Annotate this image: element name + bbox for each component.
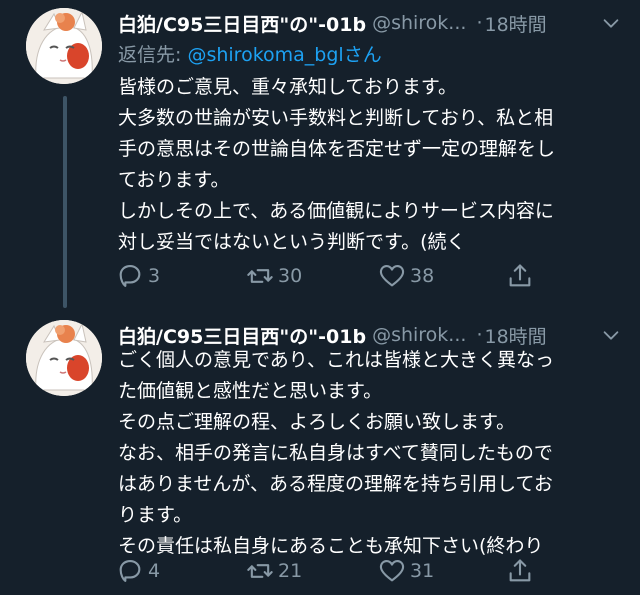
retweet-button[interactable]: 21 xyxy=(246,556,302,586)
thread-line xyxy=(63,96,67,308)
reply-icon xyxy=(119,265,141,287)
like-button[interactable]: 38 xyxy=(378,261,434,291)
like-count: 31 xyxy=(410,560,435,582)
tweet-text-line: しかしその上で、ある価値観によりサービス内容に xyxy=(118,200,554,222)
avatar[interactable] xyxy=(26,320,102,396)
timestamp[interactable]: 18時間 xyxy=(484,10,546,37)
tweet[interactable]: 白狛/C95三日目西"の"-01b @shirok... · 18時間 返信先:… xyxy=(0,0,640,312)
like-count: 38 xyxy=(410,265,435,287)
tweet-text: ごく個人の意見であり、これは皆様と大きく異なっ た価値観と感性だと思います。 そ… xyxy=(118,345,620,562)
tweet-text: 皆様のご意見、重々承知しております。 大多数の世論が安い手数料と判断しており、私… xyxy=(118,72,620,258)
reply-mention-link[interactable]: @shirokoma_bglさん xyxy=(187,44,381,66)
share-button[interactable] xyxy=(506,556,534,586)
retweet-icon xyxy=(247,269,273,283)
like-button[interactable]: 31 xyxy=(378,556,434,586)
tweet-text-line: なお、相手の発言に私自身はすべて賛同したもので xyxy=(118,442,553,464)
tweet-text-line: 大多数の世論が安い手数料と判断しており、私と相 xyxy=(118,107,554,129)
tweet-text-line: 皆様のご意見、重々承知しております。 xyxy=(118,76,457,98)
avatar[interactable] xyxy=(26,8,102,84)
share-button[interactable] xyxy=(506,261,534,291)
retweet-count: 21 xyxy=(278,560,303,582)
retweet-icon xyxy=(247,564,273,578)
reply-count: 3 xyxy=(148,265,161,287)
timeline: 白狛/C95三日目西"の"-01b @shirok... · 18時間 返信先:… xyxy=(0,0,640,595)
tweet-text-line: ごく個人の意見であり、これは皆様と大きく異なっ xyxy=(118,349,555,371)
user-handle[interactable]: @shirok... xyxy=(372,12,466,34)
tweet-text-line: 対し妥当ではないという判断です。(続く xyxy=(118,231,466,253)
separator-dot: · xyxy=(476,12,483,34)
tweet-header: 白狛/C95三日目西"の"-01b @shirok... · 18時間 xyxy=(118,8,626,38)
tweet-text-line: た価値観と感性だと思います。 xyxy=(118,380,383,402)
user-handle[interactable]: @shirok... xyxy=(372,324,466,346)
reply-button[interactable]: 4 xyxy=(116,556,160,586)
chevron-down-icon[interactable] xyxy=(600,12,622,34)
tweet-text-line: 手の意思はその世論自体を否定せず一定の理解をし xyxy=(118,138,556,160)
separator-dot: · xyxy=(476,324,483,346)
retweet-count: 30 xyxy=(278,265,303,287)
reply-button[interactable]: 3 xyxy=(116,261,160,291)
heart-icon xyxy=(379,560,405,582)
heart-icon xyxy=(379,265,405,287)
avatar-image xyxy=(26,320,102,396)
share-icon xyxy=(509,559,531,582)
tweet-text-line: ております。 xyxy=(118,169,230,191)
reply-context: 返信先: @shirokoma_bglさん xyxy=(118,40,382,67)
tweet-actions: 4 21 31 xyxy=(116,556,536,586)
reply-count: 4 xyxy=(148,560,161,582)
tweet[interactable]: 白狛/C95三日目西"の"-01b @shirok... · 18時間 ごく個人… xyxy=(0,312,640,595)
reply-icon xyxy=(119,560,141,582)
tweet-text-line: その点ご理解の程、よろしくお願い致します。 xyxy=(118,411,516,433)
tweet-text-line: ります。 xyxy=(118,504,193,526)
share-icon xyxy=(509,264,531,287)
retweet-button[interactable]: 30 xyxy=(246,261,302,291)
reply-prefix: 返信先: xyxy=(118,44,188,66)
display-name[interactable]: 白狛/C95三日目西"の"-01b xyxy=(118,10,366,37)
tweet-actions: 3 30 38 xyxy=(116,261,536,291)
chevron-down-icon[interactable] xyxy=(600,324,622,346)
avatar-image xyxy=(26,8,102,84)
tweet-text-line: はありませんが、ある程度の理解を持ち引用してお xyxy=(118,473,553,495)
